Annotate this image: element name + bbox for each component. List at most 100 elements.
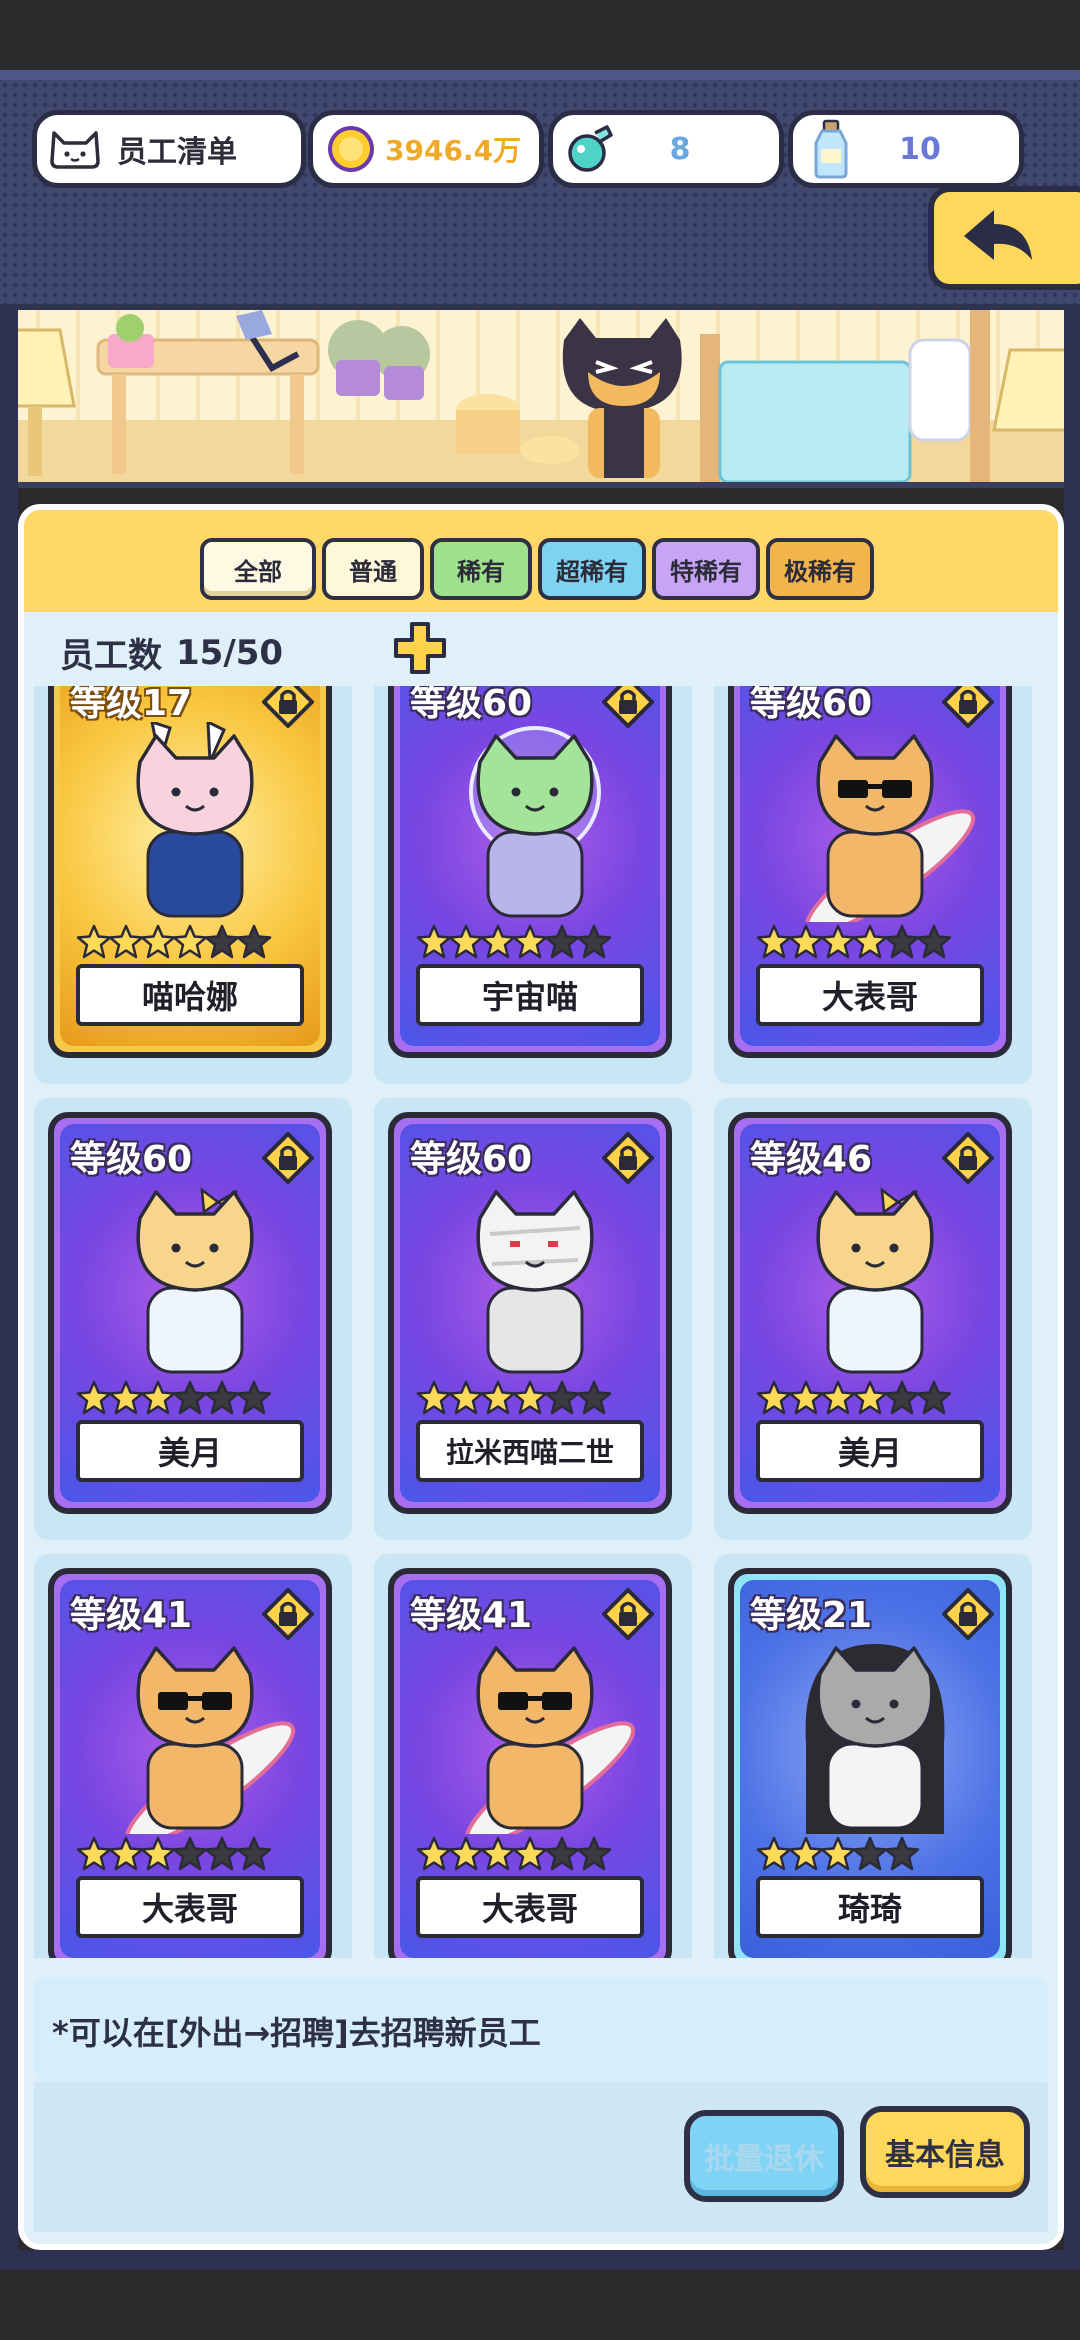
card-name: 大表哥 [756,964,984,1026]
star-icon [480,924,516,960]
room-illustration [0,310,1080,482]
potion-count: 8 [669,131,691,167]
star-icon [852,1836,888,1872]
lock-icon[interactable] [602,1588,654,1640]
lock-icon[interactable] [262,1132,314,1184]
star-icon [140,1836,176,1872]
star-icon [480,1380,516,1416]
card-level: 等级60 [410,686,533,724]
star-icon [76,1836,112,1872]
lock-icon[interactable] [942,1588,994,1640]
staff-card[interactable]: 等级21 琦琦 [728,1568,1012,1958]
lock-icon[interactable] [602,1132,654,1184]
staff-card[interactable]: 等级41 大表哥 [48,1568,332,1958]
tab-normal[interactable]: 普通 [322,538,424,600]
bottle-count: 10 [899,131,941,167]
star-icon [108,1836,144,1872]
star-icon [204,1836,240,1872]
cat-portrait [90,719,300,922]
star-icon [820,1836,856,1872]
star-icon [756,924,792,960]
hint-box: *可以在[外出→招聘]去招聘新员工 [34,1978,1048,2082]
star-icon [204,924,240,960]
lock-icon[interactable] [262,1588,314,1640]
star-icon [788,1836,824,1872]
staff-slot: 等级60 大表哥 [714,686,1032,1084]
batch-retire-button[interactable]: 批量退休 [684,2110,844,2202]
card-name: 美月 [756,1420,984,1482]
star-rating [416,1836,612,1872]
staff-count-value: 15/50 [176,632,284,673]
frame-base [0,2250,1080,2270]
star-icon [236,1380,272,1416]
cat-face-icon [45,119,105,179]
star-icon [108,924,144,960]
tab-ultra-rare[interactable]: 极稀有 [766,538,874,600]
staff-card[interactable]: 等级60 宇宙喵 [388,686,672,1058]
star-rating [756,1380,952,1416]
staff-card[interactable]: 等级60 拉米西喵二世 [388,1112,672,1514]
staff-card[interactable]: 等级41 大表哥 [388,1568,672,1958]
star-icon [884,924,920,960]
lock-icon[interactable] [942,1132,994,1184]
bottle-icon [801,119,861,179]
frame-right [1064,310,1080,2270]
card-name: 拉米西喵二世 [416,1420,644,1482]
staff-count-label: 员工数 [60,636,162,676]
staff-panel: 全部 普通 稀有 超稀有 特稀有 极稀有 员工数 15/50 等级17 喵哈娜 等级… [18,504,1064,2250]
tab-super-rare[interactable]: 超稀有 [538,538,646,600]
rarity-tabs: 全部 普通 稀有 超稀有 特稀有 极稀有 [200,538,874,600]
star-icon [852,924,888,960]
staff-slot: 等级21 琦琦 [714,1554,1032,1958]
staff-card[interactable]: 等级60 大表哥 [728,686,1012,1058]
staff-card[interactable]: 等级46 美月 [728,1112,1012,1514]
staff-slot: 等级46 美月 [714,1098,1032,1540]
back-button[interactable] [928,186,1080,290]
star-icon [852,1380,888,1416]
basic-info-button[interactable]: 基本信息 [860,2106,1030,2198]
staff-card[interactable]: 等级60 美月 [48,1112,332,1514]
staff-grid-viewport[interactable]: 等级17 喵哈娜 等级60 宇宙喵 等级60 大表哥 等级60 美月 等级60 拉米西喵二世 等级4… [24,686,1058,1958]
card-level: 等级60 [750,686,873,724]
back-arrow-icon [960,206,1036,270]
staff-count: 员工数 15/50 [60,628,283,677]
star-icon [820,924,856,960]
star-icon [884,1836,920,1872]
star-rating [76,1836,272,1872]
star-icon [236,924,272,960]
card-level: 等级60 [70,1139,193,1180]
card-name: 大表哥 [416,1876,644,1938]
cat-portrait [430,722,640,922]
card-name: 喵哈娜 [76,964,304,1026]
tab-rare[interactable]: 稀有 [430,538,532,600]
tab-special-rare[interactable]: 特稀有 [652,538,760,600]
star-icon [788,924,824,960]
coins-value: 3946.4万 [385,134,522,167]
page-title: 员工清单 [117,135,237,170]
staff-slot: 等级41 大表哥 [374,1554,692,1958]
star-icon [172,1380,208,1416]
cat-portrait [770,1178,980,1378]
title-pill: 员工清单 [32,110,306,188]
star-icon [820,1380,856,1416]
star-icon [416,1836,452,1872]
staff-card[interactable]: 等级17 喵哈娜 [48,686,332,1058]
staff-slot: 等级60 美月 [34,1098,352,1540]
card-level: 等级41 [410,1595,533,1636]
filter-bar: 全部 普通 稀有 超稀有 特稀有 极稀有 [24,510,1058,612]
cat-portrait [770,1634,980,1834]
add-staff-button[interactable] [392,620,448,676]
star-icon [576,1836,612,1872]
star-rating [76,924,272,960]
star-icon [108,1380,144,1416]
star-rating [416,1380,612,1416]
star-icon [512,924,548,960]
star-icon [512,1836,548,1872]
star-icon [140,1380,176,1416]
star-icon [172,1836,208,1872]
frame-left [0,310,18,2270]
tab-all[interactable]: 全部 [200,538,316,600]
star-icon [416,1380,452,1416]
card-level: 等级46 [750,1139,873,1180]
header-bar: 员工清单 3946.4万 8 10 [0,70,1080,310]
